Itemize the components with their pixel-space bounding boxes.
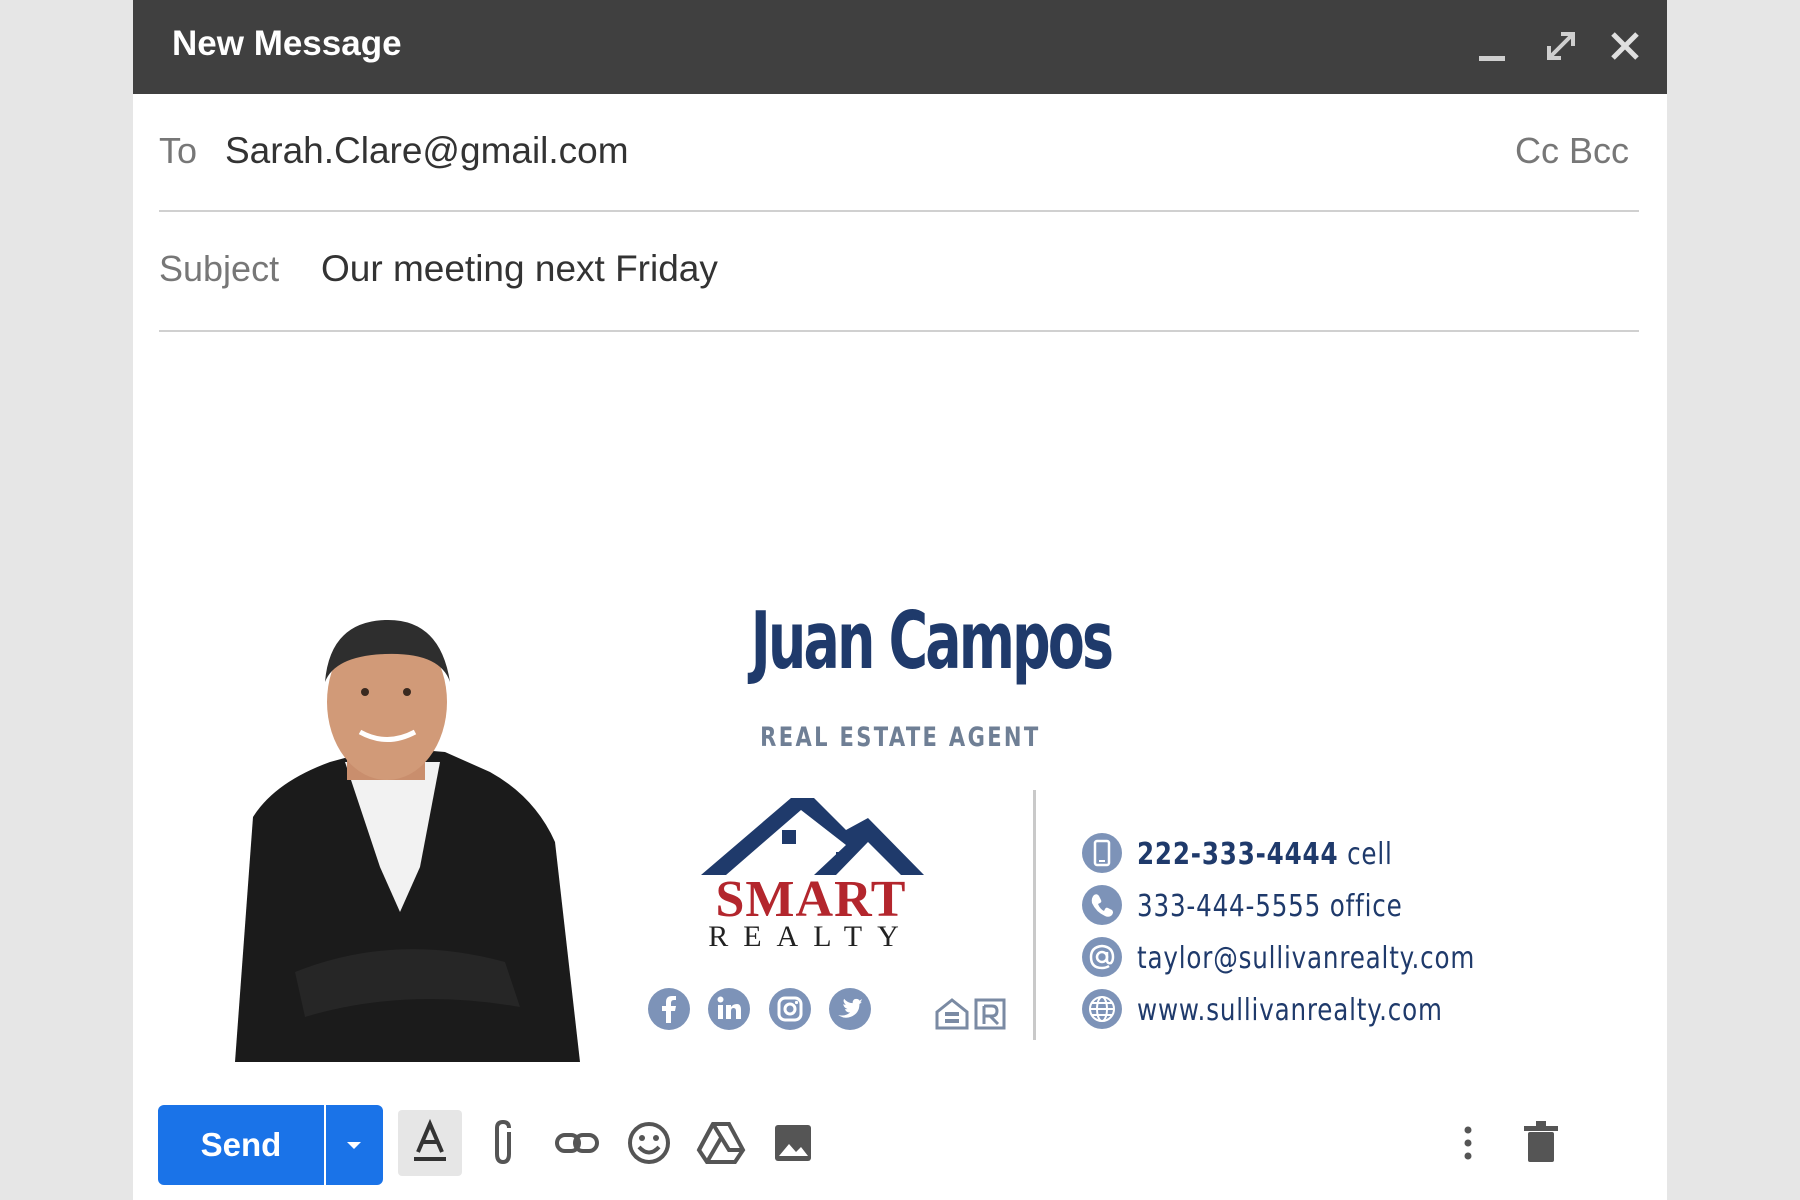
expand-icon[interactable] <box>1533 18 1589 74</box>
subject-field-row: Subject <box>159 212 1639 332</box>
close-icon[interactable] <box>1597 18 1653 74</box>
more-options-icon[interactable] <box>1436 1110 1500 1176</box>
agent-photo <box>235 619 580 1062</box>
phone-mobile-icon <box>1082 833 1122 873</box>
email-icon <box>1082 937 1122 977</box>
linkedin-icon[interactable] <box>707 987 751 1031</box>
phone-office-icon <box>1082 885 1122 925</box>
photo-icon[interactable] <box>761 1110 825 1176</box>
contact-cell-text[interactable]: 222-333-4444 cell <box>1137 832 1393 878</box>
instagram-icon[interactable] <box>768 987 812 1031</box>
contact-cell-suffix: cell <box>1347 837 1393 872</box>
to-label: To <box>159 130 198 171</box>
minimize-icon[interactable] <box>1465 18 1521 74</box>
drive-icon[interactable] <box>689 1110 753 1176</box>
logo-word-realty: REALTY <box>708 920 914 953</box>
subject-label: Subject <box>159 248 280 289</box>
equal-housing-realtor-icon <box>935 998 1006 1030</box>
contact-office-suffix: office <box>1329 889 1403 924</box>
formatting-icon[interactable] <box>398 1110 462 1176</box>
message-body[interactable]: Juan Campos REAL ESTATE AGENT SMART REAL… <box>159 332 1639 1092</box>
compose-titlebar[interactable]: New Message <box>133 0 1667 94</box>
signature-name: Juan Campos <box>750 595 1114 687</box>
social-links <box>647 987 884 1031</box>
signature-divider <box>1033 790 1036 1040</box>
emoji-icon[interactable] <box>617 1110 681 1176</box>
to-field-row: To Cc Bcc <box>159 94 1639 212</box>
house-roof-icon <box>701 798 924 875</box>
send-button[interactable]: Send <box>158 1105 324 1185</box>
twitter-icon[interactable] <box>828 987 872 1031</box>
signature-role: REAL ESTATE AGENT <box>760 722 1041 753</box>
contact-website-text[interactable]: www.sullivanrealty.com <box>1137 988 1443 1034</box>
subject-input[interactable] <box>321 248 1321 290</box>
chevron-down-icon <box>347 1142 361 1149</box>
contact-email-text[interactable]: taylor@sullivanrealty.com <box>1137 936 1475 982</box>
to-input[interactable] <box>225 130 1125 172</box>
compose-window: New Message To Cc Bcc Subject <box>133 0 1667 1200</box>
cc-bcc-link[interactable]: Cc Bcc <box>1515 130 1629 172</box>
smart-realty-logo: SMART REALTY <box>696 790 926 955</box>
link-icon[interactable] <box>545 1110 609 1176</box>
facebook-icon[interactable] <box>647 987 691 1031</box>
discard-icon[interactable] <box>1509 1110 1573 1176</box>
compose-title: New Message <box>172 24 402 63</box>
contact-office-text[interactable]: 333-444-5555 office <box>1137 884 1403 930</box>
contact-cell-number: 222-333-4444 <box>1137 837 1339 872</box>
attach-icon[interactable] <box>473 1110 537 1176</box>
globe-icon <box>1082 989 1122 1029</box>
send-options-button[interactable] <box>326 1105 383 1185</box>
contact-office-number: 333-444-5555 <box>1137 889 1322 924</box>
